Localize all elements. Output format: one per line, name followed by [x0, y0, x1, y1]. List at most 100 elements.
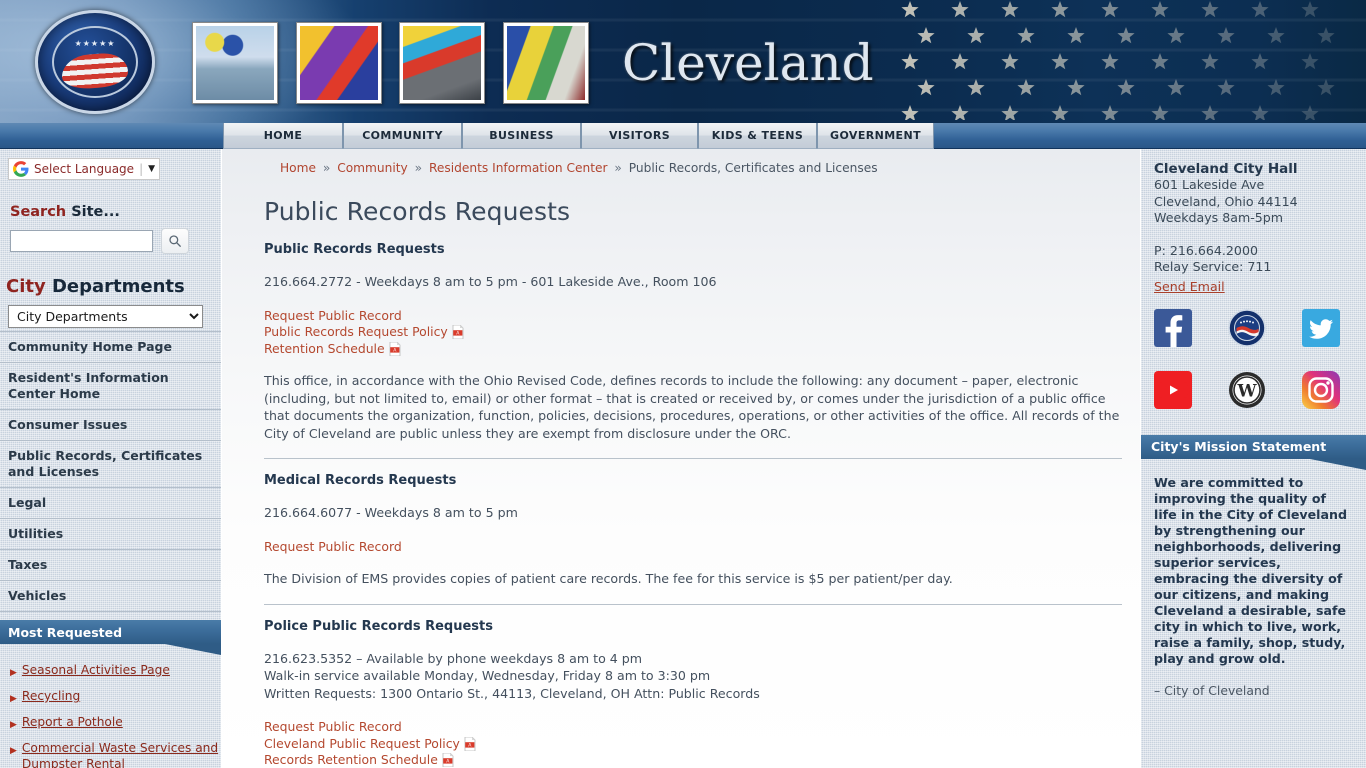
most-requested-item-seasonal-activities[interactable]: ▶ Seasonal Activities Page: [10, 662, 221, 681]
dept-heading-rest: Departments: [45, 276, 185, 297]
search-row: [10, 228, 221, 254]
link-row: Retention Schedule A: [264, 340, 1122, 357]
breadcrumb-separator: »: [614, 161, 622, 175]
flag-stars-decoration: [901, 1, 1335, 120]
pdf-icon: A: [452, 325, 464, 339]
nav-item-business[interactable]: BUSINESS: [462, 123, 581, 149]
seal-stars: ★★★★★: [74, 39, 116, 48]
link-retention-schedule[interactable]: Retention Schedule: [264, 341, 385, 357]
mission-statement-body: We are committed to improving the qualit…: [1154, 474, 1347, 666]
link-row: Request Public Record: [264, 307, 1122, 324]
nav-item-home[interactable]: HOME: [223, 123, 343, 149]
mission-header-tail: [1310, 458, 1366, 470]
translate-separator: |: [139, 162, 144, 176]
sidebar-item-vehicles[interactable]: Vehicles: [0, 581, 221, 612]
site-title-wordmark: Cleveland: [622, 34, 874, 92]
link-records-retention-schedule[interactable]: Records Retention Schedule: [264, 752, 438, 768]
city-seal-icon[interactable]: [1228, 308, 1266, 347]
search-label-accent: Search: [10, 204, 67, 220]
sidebar-item-legal[interactable]: Legal: [0, 488, 221, 519]
site-banner: ★★★★★ Cleveland: [0, 0, 1366, 123]
search-label-rest: Site...: [66, 204, 120, 220]
bullet-arrow-icon: ▶: [10, 746, 17, 756]
banner-photo-2: [296, 22, 382, 104]
link-cleveland-public-request-policy[interactable]: Cleveland Public Request Policy: [264, 736, 460, 752]
sidebar-item-public-records[interactable]: Public Records, Certificates and License…: [0, 441, 221, 488]
breadcrumb-separator: »: [322, 161, 331, 175]
breadcrumb-separator: »: [414, 161, 423, 175]
banner-photo-4: [503, 22, 589, 104]
chevron-down-icon[interactable]: ▼: [148, 164, 155, 174]
city-hall-hours: Weekdays 8am-5pm: [1154, 210, 1284, 225]
search-input[interactable]: [10, 230, 153, 252]
breadcrumb-item-residents-information-center[interactable]: Residents Information Center: [429, 161, 608, 175]
most-requested-title: Most Requested: [8, 624, 123, 640]
twitter-icon[interactable]: [1302, 308, 1340, 347]
nav-item-government[interactable]: GOVERNMENT: [817, 123, 934, 149]
page-title: Public Records Requests: [264, 197, 571, 226]
most-requested-item-commercial-waste[interactable]: ▶ Commercial Waste Services and Dumpster…: [10, 740, 221, 768]
link-row: Cleveland Public Request Policy A: [264, 735, 1122, 752]
bullet-arrow-icon: ▶: [10, 694, 17, 704]
link-row: Public Records Request Policy A: [264, 323, 1122, 340]
section-heading-public-records: Public Records Requests: [264, 242, 445, 257]
most-requested-label: Recycling: [21, 689, 81, 703]
link-request-public-record[interactable]: Request Public Record: [264, 308, 402, 324]
dept-heading-accent: City: [6, 276, 46, 297]
banner-photo-1: [192, 22, 278, 104]
link-request-public-record-medical[interactable]: Request Public Record: [264, 539, 402, 555]
section-heading-police-records: Police Public Records Requests: [264, 618, 493, 634]
city-seal-logo[interactable]: ★★★★★: [35, 10, 155, 114]
instagram-icon[interactable]: [1302, 370, 1340, 409]
youtube-icon[interactable]: [1154, 370, 1192, 409]
city-departments-heading: City Departments: [6, 276, 221, 297]
nav-item-community[interactable]: COMMUNITY: [343, 123, 462, 149]
sidebar-nav-list: Community Home Page Resident's Informati…: [0, 331, 221, 612]
section-divider: [264, 603, 1122, 605]
most-requested-label: Commercial Waste Services and Dumpster R…: [21, 741, 219, 768]
search-button[interactable]: [161, 228, 189, 254]
nav-item-visitors[interactable]: VISITORS: [581, 123, 698, 149]
breadcrumb-item-current: Public Records, Certificates and License…: [628, 161, 878, 175]
banner-photo-3: [399, 22, 485, 104]
city-departments-select[interactable]: City Departments: [8, 305, 203, 328]
facebook-icon[interactable]: [1154, 308, 1192, 347]
sidebar-item-community-home-page[interactable]: Community Home Page: [0, 331, 221, 363]
section-body-medical-records: The Division of EMS provides copies of p…: [264, 571, 953, 586]
most-requested-header: Most Requested: [0, 620, 221, 655]
city-hall-address-line-2: Cleveland, Ohio 44114: [1154, 193, 1298, 209]
breadcrumb-item-home[interactable]: Home: [280, 161, 316, 175]
send-email-link[interactable]: Send Email: [1154, 279, 1225, 294]
main-navigation-bar: HOME COMMUNITY BUSINESS VISITORS KIDS & …: [0, 123, 1366, 149]
google-translate-widget[interactable]: Select Language | ▼: [8, 158, 160, 180]
most-requested-label: Report a Pothole: [21, 715, 123, 729]
pdf-icon: A: [389, 341, 401, 356]
most-requested-list: ▶ Seasonal Activities Page ▶ Recycling ▶…: [10, 662, 221, 768]
city-hall-phone: P: 216.664.2000: [1154, 242, 1258, 258]
pdf-icon: A: [442, 753, 454, 767]
breadcrumb-item-community[interactable]: Community: [337, 161, 408, 175]
city-hall-relay-service: Relay Service: 711: [1154, 259, 1272, 274]
link-request-public-record-police[interactable]: Request Public Record: [264, 719, 402, 735]
most-requested-label: Seasonal Activities Page: [21, 663, 170, 677]
seal-flag: [62, 51, 128, 91]
bullet-arrow-icon: ▶: [10, 668, 17, 678]
wordpress-icon[interactable]: W: [1228, 371, 1266, 409]
pdf-icon: A: [464, 736, 476, 751]
link-row: Request Public Record: [264, 538, 1122, 555]
nav-item-kids-teens[interactable]: KIDS & TEENS: [698, 123, 817, 149]
most-requested-item-report-pothole[interactable]: ▶ Report a Pothole: [10, 714, 221, 733]
most-requested-tail: [165, 644, 221, 655]
sidebar-item-taxes[interactable]: Taxes: [0, 550, 221, 581]
page-body: Select Language | ▼ Search Site... City …: [0, 149, 1366, 768]
sidebar-item-utilities[interactable]: Utilities: [0, 519, 221, 550]
bullet-arrow-icon: ▶: [10, 720, 17, 730]
sidebar-item-residents-information-home[interactable]: Resident's Information Center Home: [0, 363, 221, 410]
most-requested-item-recycling[interactable]: ▶ Recycling: [10, 688, 221, 707]
sidebar-item-consumer-issues[interactable]: Consumer Issues: [0, 410, 221, 441]
section-contact-medical-records: 216.664.6077 - Weekdays 8 am to 5 pm: [264, 505, 518, 520]
link-public-records-request-policy[interactable]: Public Records Request Policy: [264, 324, 448, 340]
city-hall-name: Cleveland City Hall: [1154, 161, 1298, 177]
city-seal-inner: ★★★★★: [52, 26, 138, 98]
left-sidebar: Select Language | ▼ Search Site... City …: [0, 149, 222, 768]
